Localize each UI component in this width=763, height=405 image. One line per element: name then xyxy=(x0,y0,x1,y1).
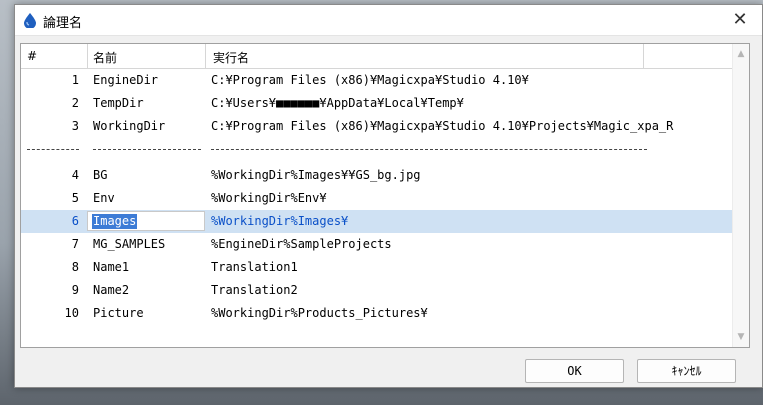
row-value[interactable]: C:¥Program Files (x86)¥Magicxpa¥Studio 4… xyxy=(211,119,673,133)
row-number: 7 xyxy=(71,237,79,251)
column-separator xyxy=(643,44,644,68)
divider-dashes xyxy=(93,149,201,150)
scroll-down-arrow-icon[interactable]: ▼ xyxy=(733,329,749,345)
table-row[interactable]: 1 EngineDir C:¥Program Files (x86)¥Magic… xyxy=(21,69,734,92)
table-row[interactable]: 9 Name2 Translation2 xyxy=(21,279,734,302)
row-value[interactable]: %WorkingDir%Env¥ xyxy=(211,191,327,205)
row-value[interactable]: %WorkingDir%Products_Pictures¥ xyxy=(211,306,428,320)
table-row[interactable]: 2 TempDir C:¥Users¥■■■■■■¥AppData¥Local¥… xyxy=(21,92,734,115)
row-value[interactable]: C:¥Program Files (x86)¥Magicxpa¥Studio 4… xyxy=(211,73,529,87)
cancel-button[interactable]: ｷｬﾝｾﾙ xyxy=(637,359,736,383)
table-row[interactable]: 10 Picture %WorkingDir%Products_Pictures… xyxy=(21,302,734,325)
divider-dashes xyxy=(211,149,647,150)
ok-button[interactable]: OK xyxy=(525,359,624,383)
table-divider-row xyxy=(21,138,734,164)
row-value[interactable]: %WorkingDir%Images¥¥GS_bg.jpg xyxy=(211,168,421,182)
column-header-name[interactable]: 名前 xyxy=(93,49,117,66)
table-row-selected[interactable]: 6 Images %WorkingDir%Images¥ xyxy=(21,210,734,233)
logical-names-dialog: 論理名 ✕ # 名前 実行名 1 EngineDir C:¥Program Fi… xyxy=(14,4,763,388)
row-name[interactable]: Env xyxy=(93,191,115,205)
divider-dashes xyxy=(27,149,79,150)
row-number: 5 xyxy=(71,191,79,205)
row-number: 10 xyxy=(64,306,79,320)
table-row[interactable]: 8 Name1 Translation1 xyxy=(21,256,734,279)
logical-names-table[interactable]: # 名前 実行名 1 EngineDir C:¥Program Files (x… xyxy=(20,43,750,348)
column-separator xyxy=(205,44,206,68)
row-value[interactable]: Translation2 xyxy=(211,283,298,297)
selected-name-text[interactable]: Images xyxy=(92,214,138,229)
row-number: 4 xyxy=(71,168,79,182)
table-header: # 名前 実行名 xyxy=(21,44,734,69)
row-name[interactable]: Picture xyxy=(93,306,144,320)
name-edit-field[interactable]: Images xyxy=(87,211,205,231)
table-row[interactable]: 3 WorkingDir C:¥Program Files (x86)¥Magi… xyxy=(21,115,734,138)
title-bar: 論理名 ✕ xyxy=(15,5,762,36)
row-value[interactable]: C:¥Users¥■■■■■■¥AppData¥Local¥Temp¥ xyxy=(211,96,464,110)
column-header-value[interactable]: 実行名 xyxy=(213,49,249,66)
row-number: 8 xyxy=(71,260,79,274)
column-separator xyxy=(87,44,88,68)
drop-icon xyxy=(22,12,38,29)
vertical-scrollbar[interactable]: ▲ ▼ xyxy=(732,44,749,347)
column-header-number[interactable]: # xyxy=(27,49,37,63)
table-row[interactable]: 4 BG %WorkingDir%Images¥¥GS_bg.jpg xyxy=(21,164,734,187)
row-name[interactable]: Name2 xyxy=(93,283,129,297)
row-number: 1 xyxy=(71,73,79,87)
table-row[interactable]: 5 Env %WorkingDir%Env¥ xyxy=(21,187,734,210)
scroll-up-arrow-icon[interactable]: ▲ xyxy=(733,46,749,62)
row-value[interactable]: %WorkingDir%Images¥ xyxy=(211,214,348,228)
row-name[interactable]: TempDir xyxy=(93,96,144,110)
close-icon[interactable]: ✕ xyxy=(718,5,762,35)
row-value[interactable]: Translation1 xyxy=(211,260,298,274)
row-value[interactable]: %EngineDir%SampleProjects xyxy=(211,237,392,251)
row-name[interactable]: WorkingDir xyxy=(93,119,165,133)
row-name[interactable]: MG_SAMPLES xyxy=(93,237,165,251)
table-row[interactable]: 7 MG_SAMPLES %EngineDir%SampleProjects xyxy=(21,233,734,256)
table-body: 1 EngineDir C:¥Program Files (x86)¥Magic… xyxy=(21,69,734,325)
row-name[interactable]: EngineDir xyxy=(93,73,158,87)
row-name[interactable]: Name1 xyxy=(93,260,129,274)
row-number: 2 xyxy=(71,96,79,110)
row-name[interactable]: BG xyxy=(93,168,107,182)
row-number: 3 xyxy=(71,119,79,133)
window-title: 論理名 xyxy=(43,16,83,31)
row-number: 9 xyxy=(71,283,79,297)
row-number: 6 xyxy=(71,214,79,228)
